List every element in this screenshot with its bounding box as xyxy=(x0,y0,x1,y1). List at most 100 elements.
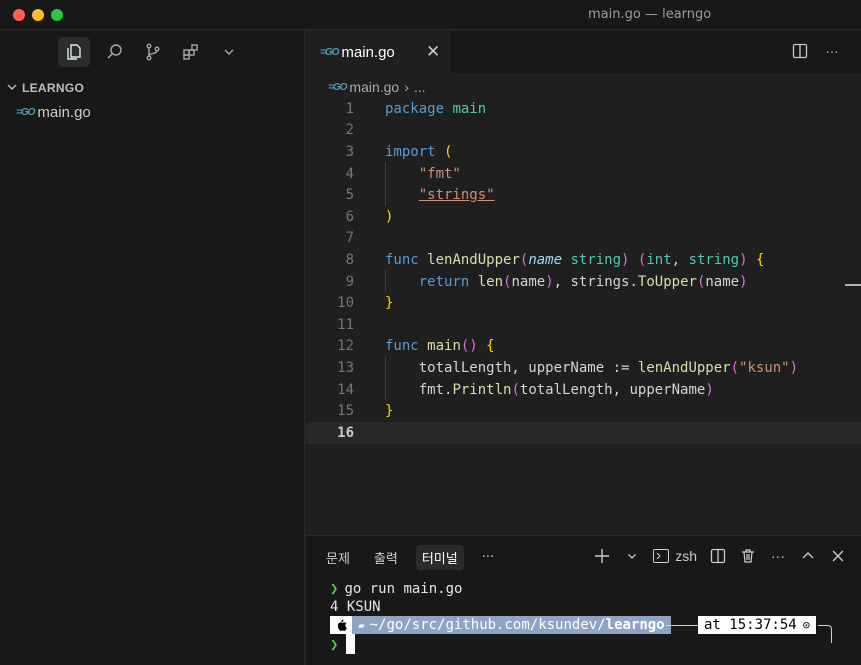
new-terminal-icon[interactable] xyxy=(593,546,611,566)
maximize-panel-icon[interactable] xyxy=(799,546,817,566)
parens: () xyxy=(460,338,478,355)
string-literal[interactable]: "strings" xyxy=(419,187,495,203)
explorer-folder-header[interactable]: LEARNGO xyxy=(6,79,84,97)
apple-icon xyxy=(330,616,352,634)
prompt-connector xyxy=(818,625,832,643)
tab-main-go[interactable]: =GO main.go ✕ xyxy=(306,31,450,73)
chevron-down-icon[interactable] xyxy=(210,37,248,67)
identifier: name xyxy=(511,273,546,290)
code-line: 10 } xyxy=(306,292,861,314)
close-panel-icon[interactable] xyxy=(829,546,847,566)
tab-terminal[interactable]: 터미널 xyxy=(415,545,464,570)
prompt-symbol: ❯ xyxy=(330,581,339,597)
shell-name: zsh xyxy=(675,548,697,564)
line-number: 5 xyxy=(345,187,354,204)
more-tabs-icon[interactable]: ··· xyxy=(476,547,500,568)
parameter: name xyxy=(528,251,563,268)
line-number: 10 xyxy=(337,295,354,312)
clock-icon: ⊙ xyxy=(802,618,810,632)
type: int xyxy=(646,251,672,268)
explorer-icon[interactable] xyxy=(58,37,90,67)
prompt-path-prefix: ~/go/src/github.com/ksundev/ xyxy=(369,617,606,633)
sidebar: LEARNGO =GO main.go xyxy=(0,31,305,665)
chevron-down-icon[interactable] xyxy=(623,546,641,566)
prompt-symbol: ❯ xyxy=(330,637,339,653)
code-line: 11 xyxy=(306,314,861,336)
code-line: 7 xyxy=(306,228,861,250)
search-icon[interactable] xyxy=(96,37,134,67)
line-number: 15 xyxy=(337,403,354,420)
chevron-down-icon xyxy=(6,81,18,96)
terminal-input-line: ❯ xyxy=(330,636,344,654)
package-ref: strings. xyxy=(570,273,638,290)
line-number: 1 xyxy=(345,100,354,117)
terminal-icon xyxy=(653,549,670,563)
tab-output[interactable]: 출력 xyxy=(368,545,404,570)
extensions-icon[interactable] xyxy=(172,37,210,67)
split-terminal-icon[interactable] xyxy=(709,546,727,566)
prompt-path-current: learngo xyxy=(605,617,665,633)
bracket: { xyxy=(486,338,495,355)
close-window-button[interactable] xyxy=(13,9,25,21)
scrollbar-position-marker[interactable] xyxy=(845,284,861,286)
keyword: func xyxy=(385,338,419,355)
code-editor[interactable]: 1 package main 2 3 import ( 4 "fmt" 5 "s… xyxy=(306,98,861,534)
terminal-output-line: 4 KSUN xyxy=(330,599,381,615)
type: string xyxy=(688,251,740,268)
folder-name: LEARNGO xyxy=(22,81,85,95)
go-file-icon: =GO xyxy=(16,106,35,118)
builtin-function: len xyxy=(477,273,504,290)
function-call: lenAndUpper xyxy=(637,359,731,376)
code-line: 15 } xyxy=(306,400,861,422)
line-number: 2 xyxy=(345,122,354,139)
split-editor-icon[interactable] xyxy=(791,42,809,60)
package-ref: fmt. xyxy=(418,381,453,398)
identifier: totalLength, upperName := xyxy=(418,359,638,376)
function-name: main xyxy=(427,338,461,355)
breadcrumb-more[interactable]: ... xyxy=(414,79,426,95)
breadcrumb-file[interactable]: main.go xyxy=(349,79,399,95)
terminal-shell-selector[interactable]: zsh xyxy=(653,546,697,566)
terminal-command-line: ❯ go run main.go xyxy=(330,580,462,598)
line-number: 4 xyxy=(345,165,354,182)
function-name: lenAndUpper xyxy=(427,251,520,268)
line-number: 6 xyxy=(345,208,354,225)
tab-problems[interactable]: 문제 xyxy=(320,545,356,570)
file-item-main-go[interactable]: =GO main.go xyxy=(16,101,91,123)
maximize-window-button[interactable] xyxy=(51,9,63,21)
source-control-icon[interactable] xyxy=(134,37,172,67)
more-actions-icon[interactable]: ··· xyxy=(769,546,787,566)
minimize-window-button[interactable] xyxy=(32,9,44,21)
bracket: ( xyxy=(444,143,453,160)
terminal-output[interactable]: ❯ go run main.go 4 KSUN ▰ ~/go/src/githu… xyxy=(330,580,832,654)
code-line: 5 "strings" xyxy=(306,184,861,206)
folder-icon: ▰ xyxy=(358,618,365,632)
line-number: 14 xyxy=(337,381,354,398)
breadcrumb: =GO main.go › ... xyxy=(306,74,861,100)
keyword: package xyxy=(385,100,445,117)
file-name: main.go xyxy=(37,103,91,121)
code-line: 1 package main xyxy=(306,98,861,120)
bottom-panel: 문제 출력 터미널 ··· zsh ··· ❯ go run main.go 4… xyxy=(306,535,861,665)
prompt-status-bar: ▰ ~/go/src/github.com/ksundev/learngo at… xyxy=(330,616,850,643)
terminal-cursor xyxy=(346,634,355,654)
editor-actions: ··· xyxy=(791,42,841,60)
code-line: 8 func lenAndUpper(name string) (int, st… xyxy=(306,249,861,271)
window-title: main.go — learngo xyxy=(588,7,712,22)
bracket: ) xyxy=(385,208,394,225)
code-line: 4 "fmt" xyxy=(306,163,861,185)
line-number: 8 xyxy=(345,251,354,268)
line-number: 9 xyxy=(345,273,354,290)
package-name: main xyxy=(452,100,487,117)
line-number: 11 xyxy=(337,316,354,333)
prompt-time: at 15:37:54 ⊙ xyxy=(698,616,816,634)
prompt-path: ▰ ~/go/src/github.com/ksundev/learngo xyxy=(352,616,671,634)
panel-tabs: 문제 출력 터미널 ··· xyxy=(320,545,500,570)
line-number: 12 xyxy=(337,338,354,355)
prompt-time-text: at 15:37:54 xyxy=(704,617,797,633)
more-actions-icon[interactable]: ··· xyxy=(823,42,841,60)
close-tab-icon[interactable]: ✕ xyxy=(426,42,440,62)
code-line: 9 return len(name), strings.ToUpper(name… xyxy=(306,271,861,293)
trash-icon[interactable] xyxy=(739,546,757,566)
line-number: 13 xyxy=(337,359,354,376)
